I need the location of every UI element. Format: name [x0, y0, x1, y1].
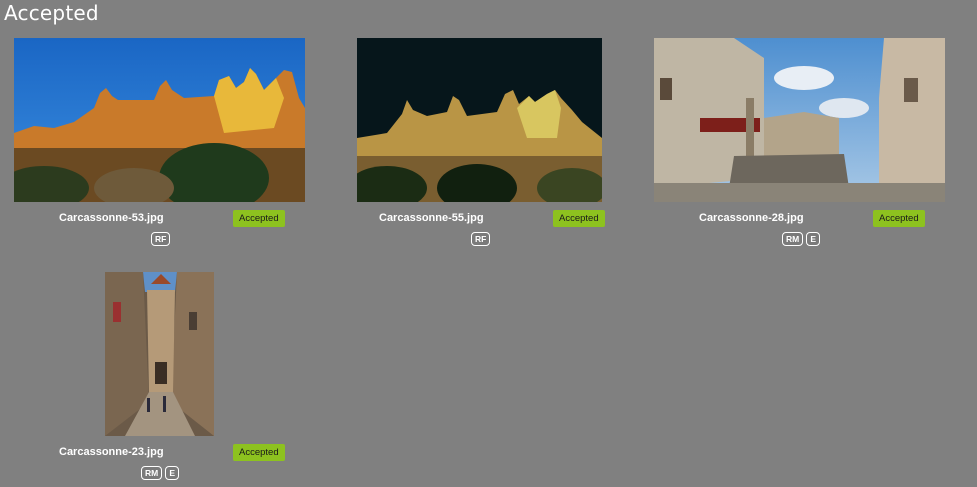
license-tag-rm: RM [782, 232, 804, 246]
image-thumbnail[interactable] [14, 38, 305, 202]
license-tag-rm: RM [141, 466, 163, 480]
status-badge: Accepted [233, 210, 285, 227]
page-title: Accepted [4, 1, 99, 25]
license-tag-rf: RF [151, 232, 171, 246]
castle-night-dark-sky-image [357, 38, 602, 202]
status-badge: Accepted [553, 210, 605, 227]
license-tags: RM E [141, 466, 180, 480]
license-tag-e: E [806, 232, 821, 246]
license-tags: RF [471, 232, 491, 246]
license-tags: RM E [782, 232, 821, 246]
filename-label: Carcassonne-23.jpg [59, 446, 164, 458]
village-square-fountain-image [654, 38, 945, 202]
status-badge: Accepted [873, 210, 925, 227]
filename-label: Carcassonne-53.jpg [59, 212, 164, 224]
filename-label: Carcassonne-28.jpg [699, 212, 804, 224]
castle-night-blue-sky-image [14, 38, 305, 202]
license-tag-rf: RF [471, 232, 491, 246]
status-badge: Accepted [233, 444, 285, 461]
license-tags: RF [151, 232, 171, 246]
image-thumbnail[interactable] [105, 272, 214, 436]
license-tag-e: E [165, 466, 180, 480]
filename-label: Carcassonne-55.jpg [379, 212, 484, 224]
narrow-street-gate-image [105, 272, 214, 436]
image-thumbnail[interactable] [357, 38, 602, 202]
image-thumbnail[interactable] [654, 38, 945, 202]
